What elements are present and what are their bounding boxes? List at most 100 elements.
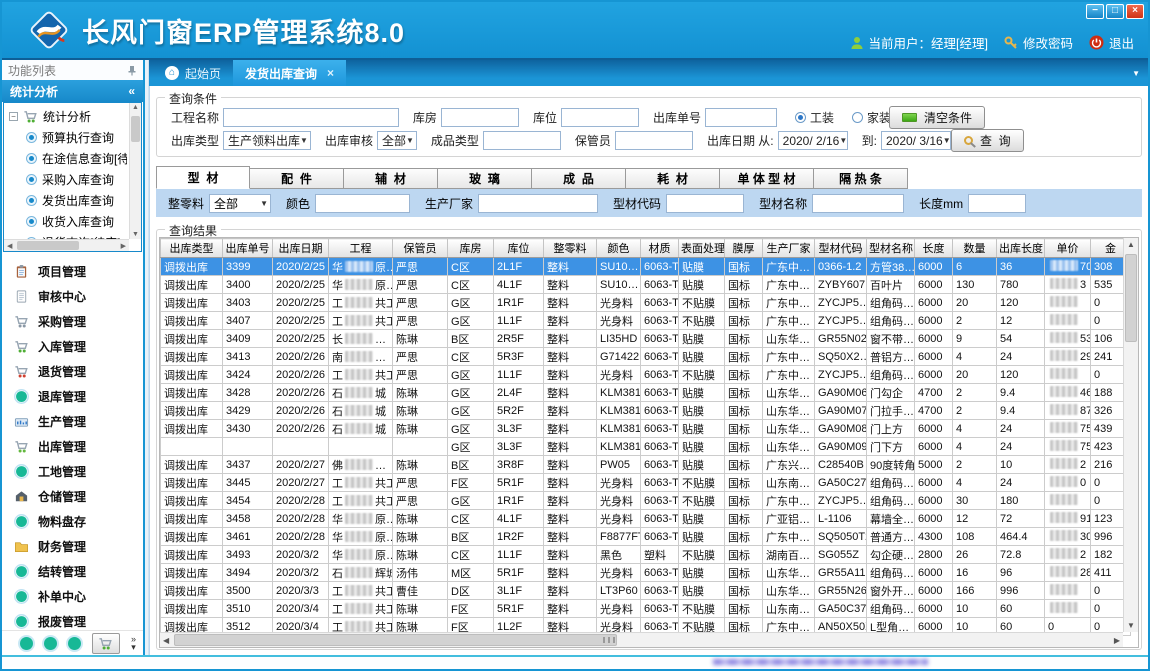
- material-tab[interactable]: 单 体 型 材: [720, 168, 814, 189]
- table-row[interactable]: G区3L3F整料KLM38176063-T5贴膜国标山东华…GA90M09…门下…: [161, 438, 1131, 456]
- column-header[interactable]: 出库单号: [223, 239, 273, 258]
- column-header[interactable]: 数量: [953, 239, 997, 258]
- sidebar-menu-item[interactable]: 退货管理: [2, 359, 143, 384]
- table-row[interactable]: 调拨出库34612020/2/28华原…陈琳B区1R2F整料F8877FT606…: [161, 528, 1131, 546]
- color-input[interactable]: [315, 194, 410, 213]
- sidebar-menu-item[interactable]: 工地管理: [2, 459, 143, 484]
- column-header[interactable]: 单价: [1045, 239, 1091, 258]
- scroll-right-icon[interactable]: ▶: [121, 242, 126, 250]
- scroll-up-icon[interactable]: ▲: [132, 104, 139, 111]
- scrollbar-thumb[interactable]: [131, 116, 140, 142]
- tab-list-dropdown-icon[interactable]: ▼: [1132, 69, 1140, 78]
- sidebar-menu-item[interactable]: 采购管理: [2, 309, 143, 334]
- scroll-up-icon[interactable]: ▲: [1127, 240, 1135, 249]
- minimize-button[interactable]: −: [1086, 4, 1104, 19]
- column-header[interactable]: 整零料: [544, 239, 597, 258]
- radio-jiazhuang[interactable]: 家装: [852, 109, 891, 126]
- sidebar-menu-item[interactable]: 物料盘存: [2, 509, 143, 534]
- material-tab[interactable]: 玻 璃: [438, 168, 532, 189]
- close-button[interactable]: ×: [1126, 4, 1144, 19]
- audit-select[interactable]: 全部▼: [377, 131, 417, 150]
- scrollbar-thumb[interactable]: [174, 634, 617, 646]
- column-header[interactable]: 型材代码: [815, 239, 867, 258]
- tree-item[interactable]: 采购入库查询: [9, 169, 127, 190]
- logout-button[interactable]: 退出: [1089, 33, 1134, 52]
- table-row[interactable]: 调拨出库34452020/2/27工共工程严思F区5R1F整料光身料6063-T…: [161, 474, 1131, 492]
- column-header[interactable]: 库位: [494, 239, 544, 258]
- table-horizontal-scrollbar[interactable]: ◀▶: [160, 632, 1123, 647]
- scroll-left-icon[interactable]: ◀: [163, 636, 169, 645]
- material-tab[interactable]: 隔 热 条: [814, 168, 908, 189]
- location-input[interactable]: [561, 108, 639, 127]
- tab-close-icon[interactable]: ×: [327, 66, 334, 80]
- column-header[interactable]: 出库长度: [997, 239, 1045, 258]
- tree-item[interactable]: 在途信息查询[待: [9, 148, 127, 169]
- column-header[interactable]: 出库类型: [161, 239, 223, 258]
- change-password-button[interactable]: 修改密码: [1004, 33, 1073, 52]
- manufacturer-input[interactable]: [478, 194, 598, 213]
- table-row[interactable]: 调拨出库34032020/2/25工共工程严思G区1R1F整料光身料6063-T…: [161, 294, 1131, 312]
- sidebar-menu-item[interactable]: 出库管理: [2, 434, 143, 459]
- sidebar-menu-item[interactable]: 补单中心: [2, 584, 143, 609]
- tree-horizontal-scrollbar[interactable]: ◀▶: [4, 239, 129, 251]
- length-input[interactable]: [968, 194, 1026, 213]
- collapsed-item-icon[interactable]: [68, 637, 81, 650]
- tab-shipping-query[interactable]: 发货出库查询 ×: [233, 60, 346, 86]
- column-header[interactable]: 膜厚: [725, 239, 763, 258]
- scroll-left-icon[interactable]: ◀: [7, 242, 12, 250]
- clear-conditions-button[interactable]: 清空条件: [889, 106, 985, 129]
- warehouse-input[interactable]: [441, 108, 519, 127]
- tree-item[interactable]: 预算执行查询: [9, 127, 127, 148]
- tree-root[interactable]: − 统计分析: [9, 106, 127, 127]
- project-name-input[interactable]: [223, 108, 399, 127]
- tree-vertical-scrollbar[interactable]: ▲▼: [129, 103, 141, 239]
- collapsed-item-icon[interactable]: [44, 637, 57, 650]
- sidebar-menu-item[interactable]: 审核中心: [2, 284, 143, 309]
- table-row[interactable]: 调拨出库35002020/3/3工共工程曹佳D区3L1F整料LT3P606063…: [161, 582, 1131, 600]
- column-header[interactable]: 库房: [448, 239, 494, 258]
- sidebar-menu-item[interactable]: 生产管理: [2, 409, 143, 434]
- material-tab[interactable]: 辅 材: [344, 168, 438, 189]
- table-row[interactable]: 调拨出库34542020/2/28工共工程严思G区1R1F整料光身料6063-T…: [161, 492, 1131, 510]
- column-header[interactable]: 材质: [641, 239, 679, 258]
- pin-icon[interactable]: [127, 65, 137, 76]
- sidebar-menu-item[interactable]: 结转管理: [2, 559, 143, 584]
- table-vertical-scrollbar[interactable]: ▲▼: [1123, 238, 1138, 632]
- tree-item[interactable]: 收货入库查询: [9, 211, 127, 232]
- table-row[interactable]: 调拨出库34292020/2/26石城陈琳G区5R2F整料KLM38176063…: [161, 402, 1131, 420]
- profile-name-input[interactable]: [812, 194, 904, 213]
- table-row[interactable]: 调拨出库34282020/2/26石城陈琳G区2L4F整料KLM38176063…: [161, 384, 1131, 402]
- date-from-select[interactable]: 2020/ 2/16▼: [778, 131, 848, 150]
- profile-code-input[interactable]: [666, 194, 744, 213]
- product-type-input[interactable]: [483, 131, 561, 150]
- table-row[interactable]: 调拨出库34932020/3/2华原…陈琳C区1L1F整料黑色塑料不贴膜国标湖南…: [161, 546, 1131, 564]
- keeper-input[interactable]: [615, 131, 693, 150]
- collapsed-item-icon[interactable]: [20, 637, 33, 650]
- tree-item[interactable]: 退货查询[待定]: [9, 232, 127, 239]
- tree-expand-icon[interactable]: −: [9, 112, 18, 121]
- maximize-button[interactable]: □: [1106, 4, 1124, 19]
- table-row[interactable]: 调拨出库34302020/2/26石城陈琳G区3L3F整料KLM38176063…: [161, 420, 1131, 438]
- column-header[interactable]: 保管员: [393, 239, 448, 258]
- scrollbar-thumb[interactable]: [17, 241, 79, 250]
- table-row[interactable]: 调拨出库34072020/2/25工共工程严思G区1L1F整料光身料6063-T…: [161, 312, 1131, 330]
- collapsed-cart-button[interactable]: [92, 633, 120, 654]
- scroll-right-icon[interactable]: ▶: [1114, 636, 1120, 645]
- sidebar-menu-item[interactable]: 项目管理: [2, 259, 143, 284]
- column-header[interactable]: 颜色: [597, 239, 641, 258]
- search-button[interactable]: 查 询: [951, 129, 1024, 152]
- scroll-down-icon[interactable]: ▼: [132, 231, 139, 238]
- table-row[interactable]: 调拨出库34242020/2/26工共工程严思G区1L1F整料光身料6063-T…: [161, 366, 1131, 384]
- sidebar-menu-item[interactable]: 退库管理: [2, 384, 143, 409]
- table-row[interactable]: 调拨出库34372020/2/27佛…陈琳B区3R8F整料PW056063-T5…: [161, 456, 1131, 474]
- column-header[interactable]: 长度: [915, 239, 953, 258]
- sidebar-menu-item[interactable]: 财务管理: [2, 534, 143, 559]
- scrollbar-thumb[interactable]: [1125, 254, 1137, 342]
- column-header[interactable]: 工程: [329, 239, 393, 258]
- sidebar-menu-item[interactable]: 仓储管理: [2, 484, 143, 509]
- table-row[interactable]: 调拨出库33992020/2/25华原…严思C区2L1F整料SU10…6063-…: [161, 258, 1131, 276]
- whole-part-select[interactable]: 全部▼: [209, 194, 271, 213]
- sidebar-menu-item[interactable]: 报废管理: [2, 609, 143, 630]
- table-row[interactable]: 调拨出库34002020/2/25华原…严思C区4L1F整料SU10…6063-…: [161, 276, 1131, 294]
- column-header[interactable]: 型材名称: [867, 239, 915, 258]
